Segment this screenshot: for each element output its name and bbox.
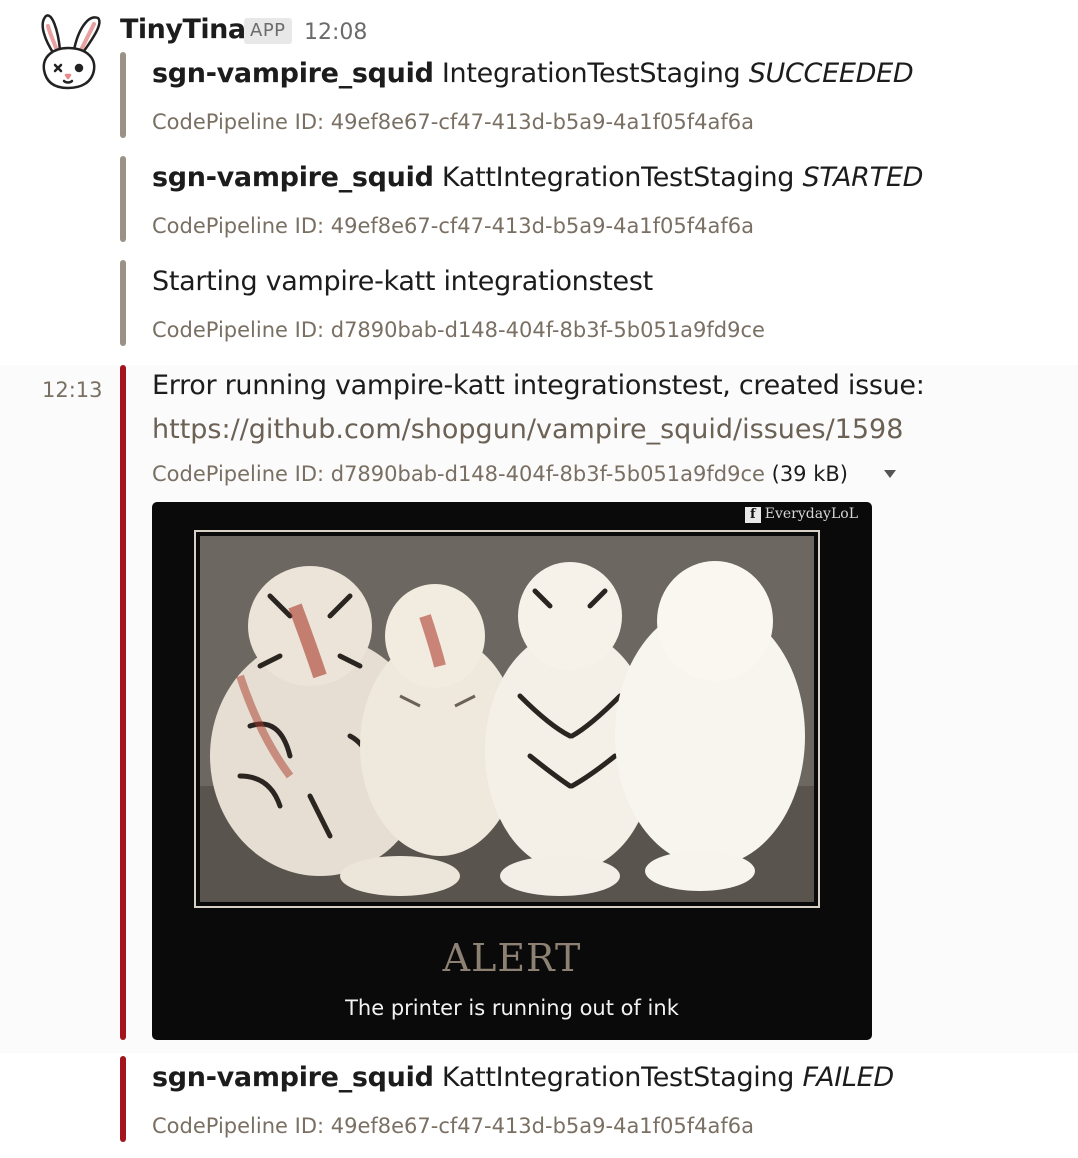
attachment-color-bar [120, 156, 126, 242]
chevron-down-icon[interactable] [884, 470, 896, 478]
image-title: ALERT [442, 936, 582, 980]
stage-name: IntegrationTestStaging [441, 58, 741, 89]
attachment-color-bar [120, 365, 126, 1040]
attachment-color-bar [120, 260, 126, 346]
stage-name: KattIntegrationTestStaging [441, 162, 795, 193]
attachment-text: Starting vampire-katt integrationstest [152, 266, 653, 297]
project-name: sgn-vampire_squid [152, 1062, 434, 1093]
message-timestamp[interactable]: 12:13 [42, 378, 103, 402]
issue-link[interactable]: https://github.com/shopgun/vampire_squid… [152, 414, 903, 445]
attachment-title: sgn-vampire_squid IntegrationTestStaging… [152, 58, 914, 89]
watermark-text: EverydayLoL [764, 506, 858, 522]
attachment-title: sgn-vampire_squid KattIntegrationTestSta… [152, 1062, 894, 1093]
attached-image[interactable]: f EverydayLoL ALERT The printer is runni… [152, 502, 872, 1040]
attachment-footer-text: CodePipeline ID: d7890bab-d148-404f-8b3f… [152, 462, 765, 486]
file-size: (39 kB) [771, 462, 848, 486]
tigers-photo [200, 536, 814, 902]
watermark: f EverydayLoL [744, 506, 858, 523]
status-text: FAILED [802, 1062, 894, 1093]
attachment-footer: CodePipeline ID: 49ef8e67-cf47-413d-b5a9… [152, 1114, 755, 1138]
stage-name: KattIntegrationTestStaging [441, 1062, 795, 1093]
attachment-footer: CodePipeline ID: 49ef8e67-cf47-413d-b5a9… [152, 110, 755, 134]
attachment-color-bar [120, 52, 126, 138]
bunny-avatar[interactable] [28, 12, 108, 92]
attachment-color-bar [120, 1056, 126, 1142]
attachment-text: Error running vampire-katt integrationst… [152, 370, 925, 401]
status-text: STARTED [802, 162, 924, 193]
project-name: sgn-vampire_squid [152, 162, 434, 193]
image-caption: The printer is running out of ink [345, 996, 679, 1020]
app-badge: APP [244, 18, 292, 44]
project-name: sgn-vampire_squid [152, 58, 434, 89]
attachment-footer: CodePipeline ID: d7890bab-d148-404f-8b3f… [152, 318, 765, 342]
attachment-footer: CodePipeline ID: d7890bab-d148-404f-8b3f… [152, 462, 848, 486]
attachment-footer: CodePipeline ID: 49ef8e67-cf47-413d-b5a9… [152, 214, 755, 238]
author-name[interactable]: TinyTina [120, 14, 246, 45]
message-timestamp[interactable]: 12:08 [304, 20, 367, 45]
image-frame [194, 530, 820, 908]
status-text: SUCCEEDED [748, 58, 914, 89]
facebook-icon: f [744, 507, 761, 523]
attachment-title: sgn-vampire_squid KattIntegrationTestSta… [152, 162, 923, 193]
